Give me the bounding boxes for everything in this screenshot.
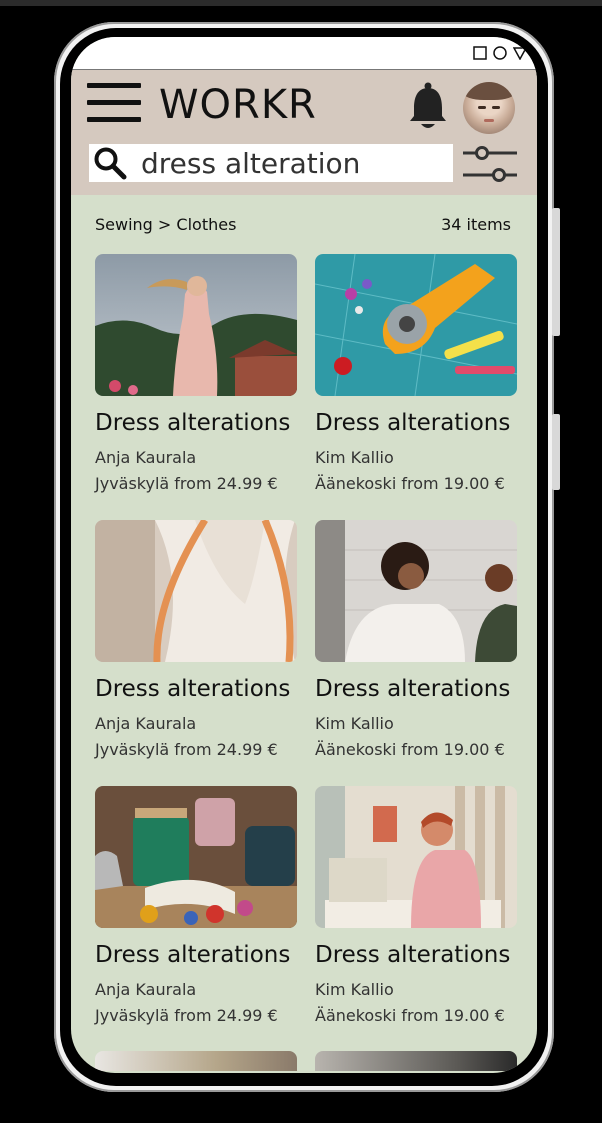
volume-button — [552, 208, 560, 336]
card-location-price: Jyväskylä from 24.99 € — [95, 474, 278, 493]
breadcrumb-subcategory[interactable]: Clothes — [176, 215, 236, 234]
search-bar — [89, 144, 490, 182]
card-location-price: Jyväskylä from 24.99 € — [95, 1006, 278, 1025]
avatar[interactable] — [463, 82, 515, 134]
card-title: Dress alterations — [95, 410, 291, 436]
breadcrumb-separator: > — [157, 215, 172, 234]
card-seller: Anja Kaurala — [95, 448, 197, 467]
service-card-partial[interactable] — [95, 1051, 297, 1071]
desktop-top-strip — [0, 0, 602, 6]
card-location-price: Jyväskylä from 24.99 € — [95, 740, 278, 759]
breadcrumb: Sewing > Clothes — [95, 215, 236, 234]
power-button — [552, 414, 560, 490]
service-card-partial[interactable] — [315, 1051, 517, 1071]
status-bar — [71, 37, 537, 70]
card-seller: Kim Kallio — [315, 980, 394, 999]
app-brand: WORKR — [159, 82, 317, 128]
results-header: Sewing > Clothes 34 items — [95, 215, 511, 235]
service-card[interactable]: Dress alterations Kim Kallio Äänekoski f… — [315, 520, 519, 766]
card-image — [95, 254, 297, 396]
service-card[interactable]: Dress alterations Kim Kallio Äänekoski f… — [315, 254, 519, 500]
card-image — [315, 786, 517, 928]
card-title: Dress alterations — [95, 942, 291, 968]
menu-icon[interactable] — [87, 83, 141, 123]
card-seller: Kim Kallio — [315, 714, 394, 733]
card-title: Dress alterations — [315, 410, 511, 436]
service-card[interactable]: Dress alterations Anja Kaurala Jyväskylä… — [95, 520, 299, 766]
card-image — [315, 254, 517, 396]
card-image — [95, 786, 297, 928]
breadcrumb-category[interactable]: Sewing — [95, 215, 153, 234]
item-count: 34 items — [441, 215, 511, 234]
card-location-price: Äänekoski from 19.00 € — [315, 740, 505, 759]
card-image — [95, 520, 297, 662]
circle-icon — [493, 46, 507, 60]
search-icon[interactable] — [93, 146, 127, 180]
card-title: Dress alterations — [95, 676, 291, 702]
card-image — [315, 520, 517, 662]
card-seller: Anja Kaurala — [95, 714, 197, 733]
square-icon — [473, 46, 487, 60]
card-location-price: Äänekoski from 19.00 € — [315, 1006, 505, 1025]
triangle-icon — [513, 47, 527, 60]
card-seller: Anja Kaurala — [95, 980, 197, 999]
card-location-price: Äänekoski from 19.00 € — [315, 474, 505, 493]
filter-sliders-icon[interactable] — [461, 142, 519, 186]
service-card[interactable]: Dress alterations Anja Kaurala Jyväskylä… — [95, 254, 299, 500]
card-seller: Kim Kallio — [315, 448, 394, 467]
phone-screen: WORKR Sewing > Clothes 34 items — [71, 37, 537, 1073]
service-card[interactable]: Dress alterations Anja Kaurala Jyväskylä… — [95, 786, 299, 1032]
service-card[interactable]: Dress alterations Kim Kallio Äänekoski f… — [315, 786, 519, 1032]
bell-icon[interactable] — [407, 80, 449, 130]
card-title: Dress alterations — [315, 942, 511, 968]
card-title: Dress alterations — [315, 676, 511, 702]
search-input[interactable] — [141, 145, 490, 181]
